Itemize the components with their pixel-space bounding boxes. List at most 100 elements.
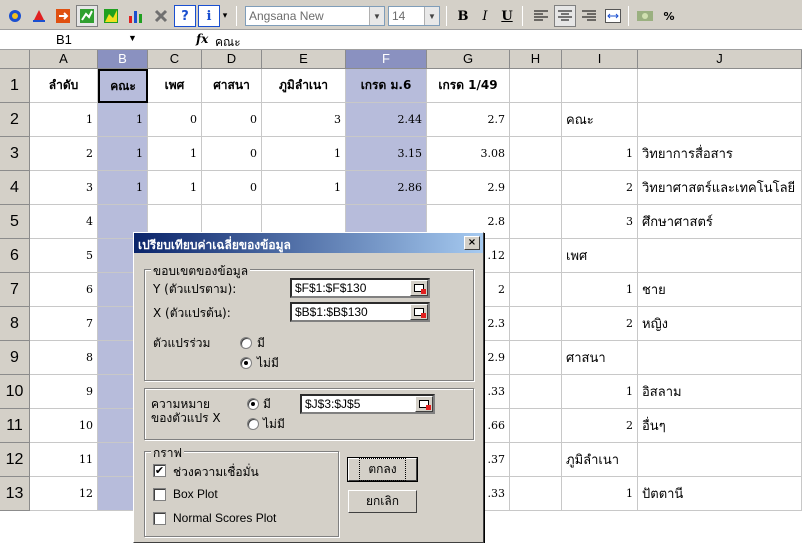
cell-h11[interactable]	[510, 409, 562, 443]
cell-g3[interactable]: 3.08	[427, 137, 510, 171]
font-name-combo[interactable]: Angsana New ▼	[245, 6, 385, 26]
row-header-7[interactable]: 7	[0, 273, 30, 307]
cell-e4[interactable]: 1	[262, 171, 346, 205]
row-header-9[interactable]: 9	[0, 341, 30, 375]
row-header-6[interactable]: 6	[0, 239, 30, 273]
normal-scores-plot-checkbox[interactable]	[153, 512, 166, 525]
help-icon[interactable]: ?	[174, 5, 196, 27]
cell-c1[interactable]: เพศ	[148, 69, 202, 103]
info-icon[interactable]: i	[198, 5, 220, 27]
y-range-input[interactable]: $F$1:$F$130	[290, 278, 430, 298]
currency-icon[interactable]	[634, 5, 656, 27]
name-box[interactable]: B1 ▼	[0, 30, 182, 50]
column-header-b[interactable]: B	[98, 50, 148, 69]
cell-i10[interactable]: 1	[562, 375, 638, 409]
row-header-10[interactable]: 10	[0, 375, 30, 409]
cell-a8[interactable]: 7	[30, 307, 98, 341]
cell-a5[interactable]: 4	[30, 205, 98, 239]
cell-a12[interactable]: 11	[30, 443, 98, 477]
cell-a13[interactable]: 12	[30, 477, 98, 511]
cell-i11[interactable]: 2	[562, 409, 638, 443]
meaning-no-radio[interactable]	[247, 418, 259, 430]
cell-c2[interactable]: 0	[148, 103, 202, 137]
chart-triangle-icon[interactable]	[28, 5, 50, 27]
cell-g1[interactable]: เกรด 1/49	[427, 69, 510, 103]
cell-f4[interactable]: 2.86	[346, 171, 427, 205]
cell-a1[interactable]: ลำดับ	[30, 69, 98, 103]
close-icon[interactable]: ×	[464, 236, 480, 250]
cell-i12[interactable]: ภูมิลำเนา	[562, 443, 638, 477]
ok-button[interactable]: ตกลง	[347, 457, 418, 482]
cell-j2[interactable]	[638, 103, 802, 137]
cell-a6[interactable]: 5	[30, 239, 98, 273]
cell-a4[interactable]: 3	[30, 171, 98, 205]
cell-b3[interactable]: 1	[98, 137, 148, 171]
cell-d1[interactable]: ศาสนา	[202, 69, 262, 103]
chart-pie-icon[interactable]	[4, 5, 26, 27]
align-center-icon[interactable]	[554, 5, 576, 27]
cell-a7[interactable]: 6	[30, 273, 98, 307]
column-header-e[interactable]: E	[262, 50, 346, 69]
box-plot-checkbox[interactable]	[153, 488, 166, 501]
cell-f3[interactable]: 3.15	[346, 137, 427, 171]
merge-center-icon[interactable]	[602, 5, 624, 27]
dialog-title-bar[interactable]: เปรียบเทียบค่าเฉลี่ยของข้อมูล ×	[134, 233, 483, 253]
cell-b4[interactable]: 1	[98, 171, 148, 205]
cell-h2[interactable]	[510, 103, 562, 137]
cell-f1[interactable]: เกรด ม.6	[346, 69, 427, 103]
row-header-4[interactable]: 4	[0, 171, 30, 205]
chevron-down-icon[interactable]: ▼	[369, 7, 384, 25]
cell-j1[interactable]	[638, 69, 802, 103]
cell-j10[interactable]: อิสลาม	[638, 375, 802, 409]
percent-button[interactable]: %	[658, 5, 680, 27]
cell-a10[interactable]: 9	[30, 375, 98, 409]
column-header-g[interactable]: G	[427, 50, 510, 69]
meaning-yes-radio[interactable]	[247, 398, 259, 410]
row-header-11[interactable]: 11	[0, 409, 30, 443]
chevron-down-icon[interactable]: ▼	[424, 7, 439, 25]
cell-j13[interactable]: ปัตตานี	[638, 477, 802, 511]
column-header-d[interactable]: D	[202, 50, 262, 69]
cell-e1[interactable]: ภูมิลำเนา	[262, 69, 346, 103]
cell-a2[interactable]: 1	[30, 103, 98, 137]
cell-b2[interactable]: 1	[98, 103, 148, 137]
x-range-input[interactable]: $B$1:$B$130	[290, 302, 430, 322]
arrow-right-icon[interactable]	[52, 5, 74, 27]
row-header-8[interactable]: 8	[0, 307, 30, 341]
italic-button[interactable]: I	[474, 5, 496, 27]
cell-h4[interactable]	[510, 171, 562, 205]
cell-c4[interactable]: 1	[148, 171, 202, 205]
cell-i4[interactable]: 2	[562, 171, 638, 205]
align-right-icon[interactable]	[578, 5, 600, 27]
covariate-yes-radio[interactable]	[240, 337, 252, 349]
column-header-h[interactable]: H	[510, 50, 562, 69]
cell-h6[interactable]	[510, 239, 562, 273]
covariate-no-radio[interactable]	[240, 357, 252, 369]
cell-h10[interactable]	[510, 375, 562, 409]
cell-j11[interactable]: อื่นๆ	[638, 409, 802, 443]
cell-i2[interactable]: คณะ	[562, 103, 638, 137]
cell-j8[interactable]: หญิง	[638, 307, 802, 341]
cell-a9[interactable]: 8	[30, 341, 98, 375]
select-all-corner[interactable]	[0, 50, 30, 69]
cell-g2[interactable]: 2.7	[427, 103, 510, 137]
cell-j12[interactable]	[638, 443, 802, 477]
cell-i8[interactable]: 2	[562, 307, 638, 341]
cell-h3[interactable]	[510, 137, 562, 171]
cell-a11[interactable]: 10	[30, 409, 98, 443]
cell-j5[interactable]: ศึกษาศาสตร์	[638, 205, 802, 239]
cell-j6[interactable]	[638, 239, 802, 273]
bold-button[interactable]: B	[452, 5, 474, 27]
cell-h13[interactable]	[510, 477, 562, 511]
column-header-i[interactable]: I	[562, 50, 638, 69]
cell-h1[interactable]	[510, 69, 562, 103]
cell-i13[interactable]: 1	[562, 477, 638, 511]
cell-h12[interactable]	[510, 443, 562, 477]
cell-j3[interactable]: วิทยาการสื่อสาร	[638, 137, 802, 171]
row-header-5[interactable]: 5	[0, 205, 30, 239]
cell-d3[interactable]: 0	[202, 137, 262, 171]
cell-c3[interactable]: 1	[148, 137, 202, 171]
cell-d4[interactable]: 0	[202, 171, 262, 205]
chart-bar-icon[interactable]	[124, 5, 146, 27]
column-header-f[interactable]: F	[346, 50, 427, 69]
